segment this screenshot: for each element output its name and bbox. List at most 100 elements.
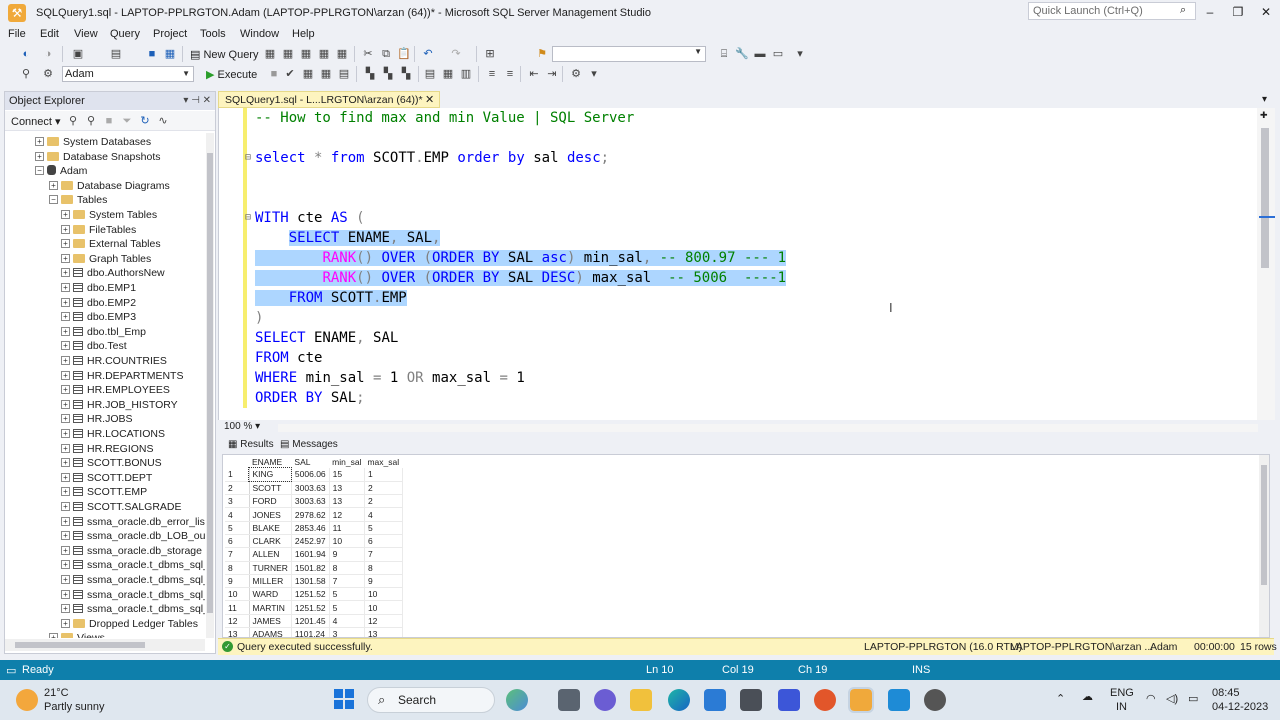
collapse-region-icon[interactable]: ⊟ [245,152,251,163]
code-line[interactable]: WHERE min_sal = 1 OR max_sal = 1 [255,368,525,388]
table-cell[interactable]: KING [247,466,293,483]
db-engine-query-icon[interactable]: ▦ [262,46,278,62]
table-cell[interactable]: SCOTT [249,481,292,496]
file-explorer-icon[interactable] [630,689,652,711]
expand-icon[interactable]: + [61,341,70,351]
client-stats-icon[interactable]: ▚ [398,66,414,82]
column-header[interactable]: SAL [291,455,330,468]
tree-node[interactable]: + ssma_oracle.t_dbms_sql_re [61,602,205,616]
refresh-icon[interactable]: ↻ [137,113,153,129]
expand-icon[interactable]: + [61,443,70,453]
row-number[interactable]: 10 [225,587,250,602]
table-row[interactable]: 2 SCOTT 3003.63 13 2 [225,481,403,496]
table-row[interactable]: 1 KING 5006.06 15 1 [225,466,403,483]
volume-icon[interactable]: ◁) [1166,692,1178,705]
start-button[interactable] [334,689,354,709]
expand-icon[interactable]: + [61,575,70,584]
connect-dropdown[interactable]: Connect ▾ [11,115,61,128]
table-cell[interactable]: WARD [249,587,292,602]
scroll-thumb[interactable] [207,153,213,613]
tree-node[interactable]: + Graph Tables [61,252,151,266]
expand-icon[interactable]: + [35,151,44,161]
table-cell[interactable]: 2 [364,481,403,496]
tree-node[interactable]: + HR.JOB_HISTORY [61,398,178,412]
row-number[interactable]: 4 [225,507,250,522]
tree-node[interactable]: + Database Diagrams [49,179,170,193]
tree-node[interactable]: + dbo.EMP3 [61,310,136,324]
weather-description[interactable]: Partly sunny [44,701,105,713]
cut-icon[interactable]: ✂ [360,46,376,62]
results-to-grid-icon[interactable]: ▦ [440,66,456,82]
uncomment-icon[interactable]: ≡ [502,66,518,82]
split-icon[interactable]: ✚ [1260,110,1268,121]
comment-icon[interactable]: ≡ [484,66,500,82]
menu-help[interactable]: Help [292,28,315,40]
disconnect-icon[interactable]: ⚲ [83,113,99,129]
tree-node[interactable]: + HR.JOBS [61,412,133,426]
table-cell[interactable]: 5 [364,521,403,535]
table-cell[interactable]: 4 [364,507,403,522]
table-cell[interactable]: BLAKE [249,521,292,535]
editor-vertical-scrollbar[interactable]: ✚ [1257,108,1275,420]
row-number[interactable]: 3 [225,494,250,509]
table-cell[interactable]: 1101.24 [291,627,330,637]
table-cell[interactable]: 3003.63 [291,481,330,496]
tree-node[interactable]: + ssma_oracle.db_error_list [61,515,205,529]
tree-node[interactable]: + FileTables [61,223,136,237]
results-to-text-icon[interactable]: ▤ [422,66,438,82]
edge-icon[interactable] [668,689,690,711]
table-cell[interactable]: MARTIN [249,600,292,615]
code-line[interactable]: FROM cte [255,348,322,368]
save-icon[interactable]: ■ [144,46,160,62]
window-layout-icon[interactable]: ▭ [770,46,786,62]
table-cell[interactable]: 13 [329,481,365,496]
code-line[interactable]: RANK() OVER (ORDER BY SAL DESC) max_sal … [255,268,787,288]
tree-node[interactable]: + ssma_oracle.t_dbms_sql_b [61,558,205,572]
connect-icon[interactable]: ⚲ [18,66,34,82]
tab-sqlquery1[interactable]: SQLQuery1.sql - L...LRGTON\arzan (64))* … [218,91,440,108]
row-number[interactable]: 6 [225,534,250,549]
tree-node[interactable]: + SCOTT.DEPT [61,471,152,485]
expand-icon[interactable]: + [61,516,70,526]
table-cell[interactable]: 8 [364,561,403,575]
tab-results[interactable]: ▦ Results [228,439,274,450]
code-line[interactable]: SELECT ENAME, SAL, [255,228,441,248]
tree-node[interactable]: + SCOTT.BONUS [61,456,162,470]
expand-icon[interactable]: + [61,560,70,570]
table-cell[interactable]: ADAMS [249,627,292,637]
menu-view[interactable]: View [74,28,98,40]
weather-temperature[interactable]: 21°C [44,687,69,699]
tree-node[interactable]: + System Databases [35,135,151,149]
activity-icon[interactable]: ∿ [155,113,171,129]
language-top[interactable]: ENG [1110,687,1134,699]
table-cell[interactable]: 10 [364,600,403,615]
expand-icon[interactable]: + [61,458,70,468]
registered-servers-icon[interactable]: ⌸ [716,46,732,62]
table-cell[interactable]: 5006.06 [291,468,330,482]
tree-node[interactable]: − Adam [35,164,87,178]
tab-messages[interactable]: ▤ Messages [280,439,338,450]
copy-icon[interactable]: ⧉ [378,46,394,62]
expand-icon[interactable]: + [61,472,70,482]
expand-icon[interactable]: + [61,414,70,424]
table-row[interactable]: 8 TURNER 1501.82 8 8 [225,561,403,575]
cancel-query-icon[interactable]: ■ [266,66,282,82]
menu-window[interactable]: Window [240,28,279,40]
expand-icon[interactable]: + [35,137,44,146]
expand-icon[interactable]: + [61,210,70,219]
table-row[interactable]: 13 ADAMS 1101.24 3 13 [225,627,403,637]
table-cell[interactable]: 2853.46 [291,521,330,535]
expand-icon[interactable]: + [61,283,70,292]
row-number[interactable]: 5 [225,521,250,535]
table-cell[interactable]: FORD [249,494,292,509]
live-stats-icon[interactable]: ▚ [380,66,396,82]
mdx-query-icon[interactable]: ▦ [280,46,296,62]
store-icon[interactable] [704,689,726,711]
table-cell[interactable]: 6 [364,534,403,549]
menu-edit[interactable]: Edit [40,28,59,40]
firefox-icon[interactable] [814,689,836,711]
tree-node[interactable]: + ssma_oracle.t_dbms_sql_d [61,588,205,602]
table-cell[interactable]: 1 [364,468,403,482]
tree-node[interactable]: + SCOTT.SALGRADE [61,500,182,514]
tray-overflow-icon[interactable]: ⌃ [1056,692,1065,705]
